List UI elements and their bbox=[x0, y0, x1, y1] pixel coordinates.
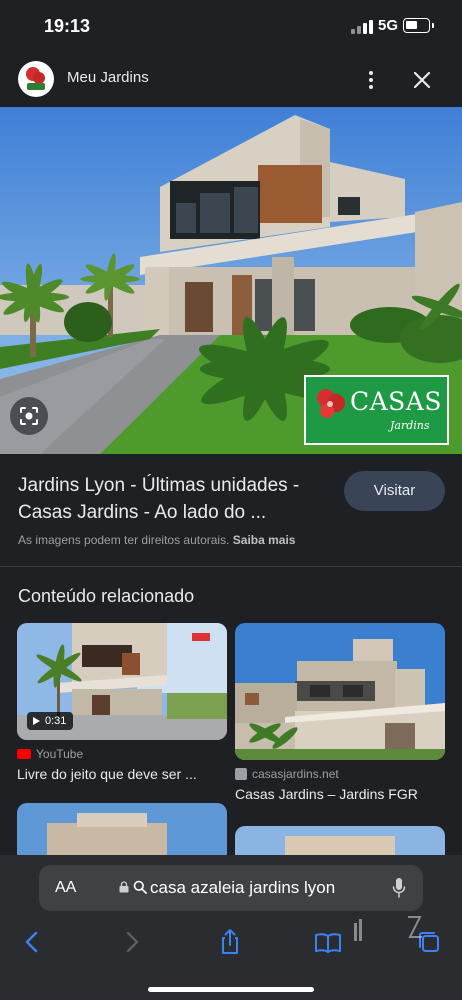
share-icon[interactable] bbox=[215, 927, 245, 957]
battery-icon bbox=[403, 18, 434, 33]
visit-button[interactable]: Visitar bbox=[344, 471, 445, 511]
copyright-text: As imagens podem ter direitos autorais. bbox=[18, 533, 230, 547]
related-thumb[interactable] bbox=[17, 803, 227, 863]
bookmarks-icon[interactable] bbox=[313, 927, 343, 957]
related-thumb[interactable] bbox=[235, 623, 445, 760]
brand-sub: Jardins bbox=[390, 419, 430, 432]
signal-icon bbox=[351, 20, 373, 34]
related-card-partial[interactable] bbox=[17, 803, 227, 863]
result-title[interactable]: Jardins Lyon - Últimas unidades - Casas … bbox=[18, 472, 333, 526]
text-size-button[interactable]: AA bbox=[55, 879, 76, 897]
watermark-logo bbox=[354, 916, 422, 941]
browser-toolbar: AA casa azaleia jardins lyon bbox=[0, 855, 462, 1000]
video-duration: 0:31 bbox=[27, 712, 74, 730]
site-title[interactable]: Meu Jardins bbox=[67, 69, 149, 86]
card-source: YouTube bbox=[17, 747, 227, 761]
home-indicator bbox=[148, 987, 314, 992]
divider bbox=[0, 566, 462, 567]
related-card-casasjardins[interactable]: casasjardins.net Casas Jardins – Jardins… bbox=[235, 623, 445, 802]
related-heading: Conteúdo relacionado bbox=[18, 586, 195, 606]
related-card-youtube[interactable]: 0:31 YouTube Livre do jeito que deve ser… bbox=[17, 623, 227, 782]
back-icon[interactable] bbox=[17, 927, 47, 957]
related-thumb[interactable]: 0:31 bbox=[17, 623, 227, 740]
card-title[interactable]: Casas Jardins – Jardins FGR bbox=[235, 786, 445, 802]
site-logo-icon[interactable] bbox=[18, 61, 54, 97]
site-header: Meu Jardins bbox=[0, 54, 462, 106]
brand-name: CASAS bbox=[350, 387, 442, 416]
search-icon bbox=[133, 880, 147, 894]
brand-badge: CASAS Jardins bbox=[304, 375, 449, 445]
forward-icon[interactable] bbox=[117, 927, 147, 957]
status-bar: 19:13 5G bbox=[0, 0, 462, 52]
more-vert-icon[interactable] bbox=[362, 68, 380, 92]
site-favicon-icon bbox=[235, 768, 247, 780]
hero-image[interactable]: CASAS Jardins bbox=[0, 107, 462, 454]
card-source: casasjardins.net bbox=[235, 767, 445, 781]
close-icon[interactable] bbox=[410, 68, 434, 92]
network-label: 5G bbox=[378, 17, 399, 34]
learn-more-link[interactable]: Saiba mais bbox=[233, 533, 296, 547]
copyright-notice: As imagens podem ter direitos autorais. … bbox=[18, 533, 295, 547]
status-time: 19:13 bbox=[44, 16, 91, 36]
url-text[interactable]: casa azaleia jardins lyon bbox=[150, 878, 335, 898]
lens-icon[interactable] bbox=[10, 397, 48, 435]
youtube-icon bbox=[17, 749, 31, 759]
mic-icon[interactable] bbox=[391, 876, 407, 900]
play-icon bbox=[33, 717, 40, 725]
address-bar[interactable]: AA casa azaleia jardins lyon bbox=[39, 865, 423, 911]
card-title[interactable]: Livre do jeito que deve ser ... bbox=[17, 766, 227, 782]
lock-icon bbox=[119, 881, 129, 893]
brand-flower-icon bbox=[317, 389, 345, 418]
